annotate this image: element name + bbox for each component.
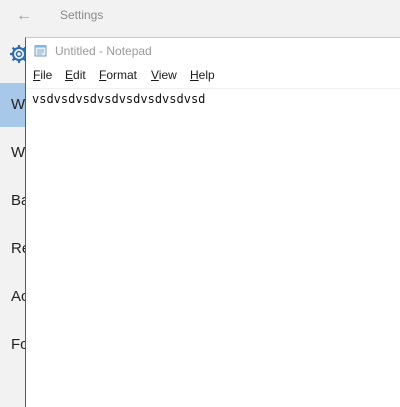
menu-view[interactable]: View — [151, 68, 177, 82]
menu-file[interactable]: File — [33, 68, 52, 82]
notepad-content: vsdvsdvsdvsdvsdvsdvsdvsd — [32, 92, 206, 106]
notepad-window: Untitled - Notepad File Edit Format View… — [25, 37, 400, 407]
settings-nav-item-4[interactable]: Re — [0, 227, 30, 271]
menu-format-label: ormat — [106, 68, 138, 82]
notepad-menubar: File Edit Format View Help — [26, 65, 400, 87]
settings-nav-item-1[interactable]: W — [0, 83, 26, 127]
menu-help-mnemonic: H — [190, 68, 199, 82]
settings-nav-item-6[interactable]: Fo — [0, 323, 29, 367]
menu-view-mnemonic: V — [151, 68, 159, 82]
menu-help-label: elp — [198, 68, 215, 82]
back-arrow-icon[interactable]: ← — [14, 6, 34, 26]
menu-file-label: ile — [40, 68, 53, 82]
notepad-title: Untitled - Notepad — [55, 44, 152, 58]
notepad-titlebar[interactable]: Untitled - Notepad — [26, 38, 400, 65]
menu-edit-label: dit — [73, 68, 86, 82]
menu-format[interactable]: Format — [99, 68, 137, 82]
notepad-app-icon — [34, 45, 47, 57]
settings-titlebar: ← Settings — [0, 0, 400, 32]
menu-edit[interactable]: Edit — [65, 68, 86, 82]
menu-view-label: iew — [158, 68, 177, 82]
settings-title: Settings — [60, 8, 104, 22]
settings-nav-item-5[interactable]: Ac — [0, 275, 29, 319]
settings-nav-item-2[interactable]: W — [0, 131, 26, 175]
menu-edit-mnemonic: E — [65, 68, 74, 82]
menu-help[interactable]: Help — [190, 68, 215, 82]
notepad-text-area[interactable]: vsdvsdvsdvsdvsdvsdvsdvsd — [26, 88, 400, 407]
settings-nav-item-3[interactable]: Ba — [0, 179, 29, 223]
